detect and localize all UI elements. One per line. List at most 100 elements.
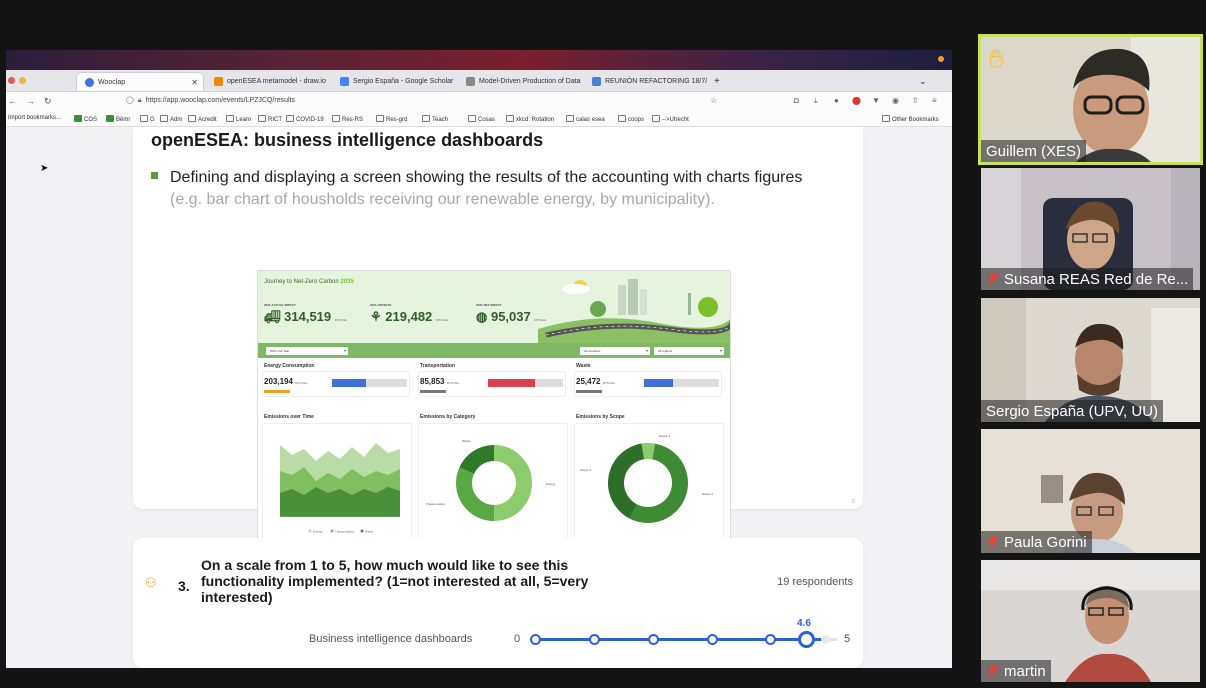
window-controls[interactable] — [8, 77, 26, 84]
participant-name: Paula Gorini — [1004, 533, 1087, 551]
blocker-icon[interactable]: ⬤ — [852, 96, 861, 105]
video-tile-paula[interactable]: Paula Gorini — [981, 429, 1200, 553]
legend-item: Transportation — [335, 530, 355, 534]
bookmark-item[interactable]: Import bookmarks... — [8, 115, 61, 121]
bookmark-item[interactable]: calas esea — [566, 115, 605, 123]
metric-value: 203,194 MTCO2e — [264, 377, 308, 386]
bookmark-star-icon[interactable]: ☆ — [710, 96, 717, 105]
chart-title: Emissions over Time — [264, 414, 314, 420]
respondent-count: 19 respondents — [777, 576, 853, 588]
bullet-marker — [151, 172, 158, 179]
bookmark-item[interactable]: Cosas — [468, 115, 495, 123]
kpi-label: 2021 OFFSETS — [370, 303, 392, 307]
slide-card: openESEA: business intelligence dashboar… — [133, 127, 863, 549]
mic-muted-icon — [986, 664, 1000, 678]
metric-tag — [264, 390, 290, 393]
other-bookmarks[interactable]: Other Bookmarks — [882, 115, 939, 123]
city-illustration — [538, 279, 730, 343]
filter-icon[interactable]: ▼ — [872, 96, 880, 105]
pocket-icon[interactable]: ◘ — [794, 96, 799, 105]
new-tab-button[interactable]: + — [706, 72, 726, 91]
share-icon[interactable]: ⇧ — [912, 96, 919, 105]
sprout-icon: ⚘ — [370, 309, 382, 324]
bookmark-item[interactable]: Bêmr — [106, 115, 130, 123]
slice-label: Scope 2 — [702, 492, 713, 496]
bookmark-item[interactable]: -->Utrecht — [652, 115, 689, 123]
minimize-window-icon[interactable] — [19, 77, 26, 84]
scale-end-dot — [821, 635, 830, 644]
slide-page-number: 8 — [851, 499, 855, 505]
tab-label: Wooclap — [98, 78, 126, 86]
video-tile-sergio[interactable]: Sergio España (UPV, UU) — [981, 298, 1200, 422]
mic-muted-icon — [986, 272, 1000, 286]
video-tile-guillem[interactable]: ✋︎ Guillem (XES) — [978, 34, 1203, 165]
tab-label: openESEA metamodel - draw.io — [227, 78, 326, 85]
scale-tick — [648, 634, 659, 645]
forward-icon[interactable]: → — [26, 96, 35, 106]
legend-item: Waste — [365, 530, 374, 534]
kpi-label: 2021 NET IMPACT — [476, 303, 502, 307]
close-window-icon[interactable] — [8, 77, 15, 84]
period-select[interactable]: 2021 Full Year — [266, 347, 348, 355]
bookmark-item[interactable]: G — [140, 115, 155, 123]
tab-meeting[interactable]: REUNIÓN REFACTORING 18/7/ ✕ — [584, 72, 708, 91]
kpi-offsets: 2021 OFFSETS ⚘ 219,482 MTCO2e — [370, 303, 448, 325]
bookmark-item[interactable]: Teach — [422, 115, 448, 123]
video-tile-susana[interactable]: Susana REAS Red de Re... — [981, 168, 1200, 290]
ribbon-icon: ⚇ — [145, 575, 157, 590]
bookmark-item[interactable]: coops — [618, 115, 644, 123]
mic-muted-icon — [986, 535, 1000, 549]
docs-icon — [592, 77, 601, 86]
dashboard-filter-bar: 2021 Full Year All countries All regions — [258, 343, 730, 358]
scholar-icon — [340, 77, 349, 86]
bookmark-item[interactable]: Acredit — [188, 115, 217, 123]
back-icon[interactable]: ← — [8, 96, 17, 106]
bookmark-item[interactable]: xkcd: Rotation — [506, 115, 554, 123]
bookmark-item[interactable]: COVID-19 — [286, 115, 324, 123]
bookmark-item[interactable]: Res-grd — [376, 115, 407, 123]
shield-icon: ◯ — [126, 97, 134, 104]
meeting-window: Wooclap ✕ openESEA metamodel - draw.io ✕… — [0, 0, 1206, 688]
scale-tick — [589, 634, 600, 645]
legend-item: Energy — [313, 530, 323, 534]
lock-icon: 🔒︎ — [137, 97, 142, 104]
bookmark-item[interactable]: Adm — [160, 115, 182, 123]
country-select[interactable]: All countries — [580, 347, 650, 355]
tab-scholar[interactable]: Sergio España - Google Scholar ✕ — [332, 72, 456, 91]
menu-icon[interactable]: ≡ — [932, 96, 937, 105]
address-bar[interactable]: ◯ 🔒︎ https://app.wooclap.com/events/LPZJCQ… — [126, 96, 295, 105]
bookmark-item[interactable]: Res-RS — [332, 115, 363, 123]
kpi-label: 2021 ACTUAL IMPACT — [264, 303, 296, 307]
region-select[interactable]: All regions — [654, 347, 724, 355]
scale-tick — [707, 634, 718, 645]
bullet-text: Defining and displaying a screen showing… — [170, 169, 803, 186]
drawio-icon — [214, 77, 223, 86]
kpi-net-impact: 2021 NET IMPACT ◍ 95,037 MTCO2e — [476, 303, 547, 325]
video-tile-martin[interactable]: martin — [981, 560, 1200, 682]
tab-paper[interactable]: Model-Driven Production of Data ✕ — [458, 72, 582, 91]
reload-icon[interactable]: ↻ — [44, 96, 52, 107]
close-tab-icon[interactable]: ✕ — [191, 78, 203, 87]
tab-label: REUNIÓN REFACTORING 18/7/ — [605, 78, 708, 85]
bookmark-item[interactable]: Learn — [226, 115, 251, 123]
metric-value: 25,472 MTCO2e — [576, 377, 615, 386]
participant-name: Guillem (XES) — [986, 142, 1082, 160]
bookmarks-bar: Import bookmarks... COS Bêmr G Adm Acred… — [6, 112, 952, 127]
download-icon[interactable]: ⤓ — [814, 96, 818, 106]
tab-list-chevron-icon[interactable]: ⌄ — [911, 72, 931, 91]
paper-icon — [466, 77, 475, 86]
wooclap-icon — [85, 77, 94, 87]
participant-nameplate: Susana REAS Red de Re... — [981, 268, 1194, 290]
scale-tick — [765, 634, 776, 645]
account-icon[interactable]: ◉ — [892, 96, 899, 105]
scale-max-label: 5 — [844, 633, 851, 645]
extension-icon[interactable]: ● — [834, 96, 839, 105]
tab-drawio[interactable]: openESEA metamodel - draw.io ✕ — [206, 72, 330, 91]
notification-dot — [938, 56, 944, 62]
question-text: On a scale from 1 to 5, how much would l… — [201, 557, 589, 605]
tab-wooclap[interactable]: Wooclap ✕ — [76, 72, 204, 91]
bookmark-item[interactable]: COS — [74, 115, 97, 123]
kpi-value: 🚚︎ 314,519 MTCO2e — [264, 309, 347, 324]
bookmark-item[interactable]: RICT — [258, 115, 282, 123]
slide-title: openESEA: business intelligence dashboar… — [151, 130, 544, 150]
